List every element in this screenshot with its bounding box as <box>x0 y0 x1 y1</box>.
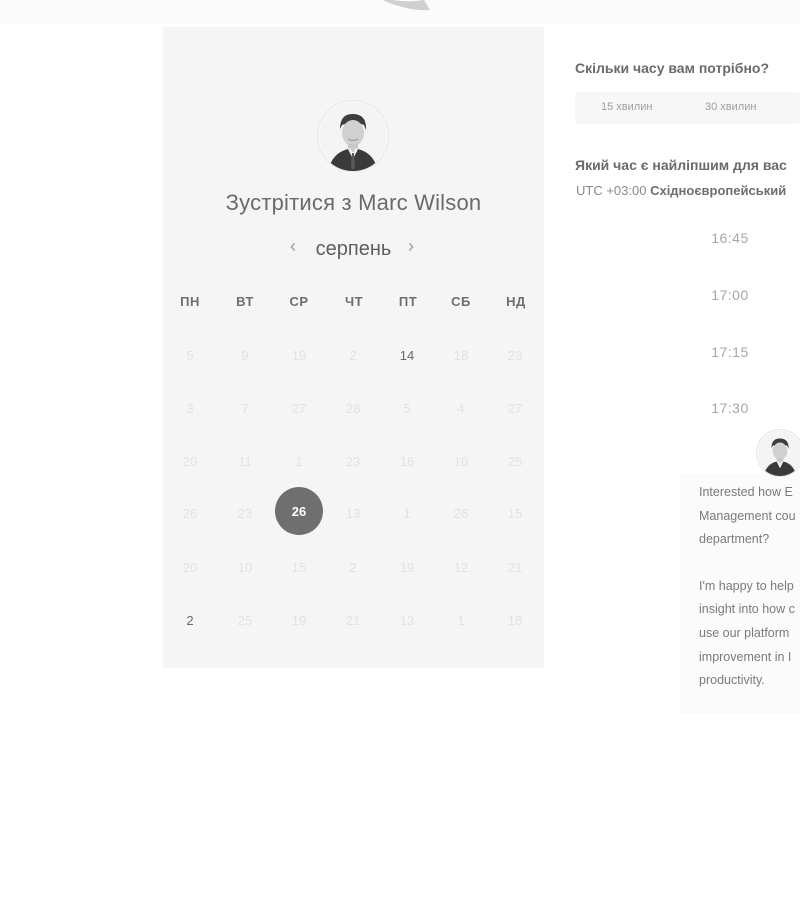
timezone-label[interactable]: UTC +03:00 Східноєвропейський <box>576 183 786 198</box>
calendar-day: 26 <box>182 505 198 521</box>
calendar-day: 1 <box>457 612 465 628</box>
calendar-day: 10 <box>453 453 469 469</box>
chat-message-line: Interested how E <box>699 485 793 499</box>
calendar-day: 20 <box>182 559 198 575</box>
calendar-day: 21 <box>345 612 361 628</box>
calendar-day: 15 <box>507 505 523 521</box>
calendar-day: 7 <box>241 400 249 416</box>
calendar-day: 23 <box>345 453 361 469</box>
calendar-day: 4 <box>457 400 465 416</box>
duration-option-30[interactable]: 30 хвилин <box>705 101 756 113</box>
duration-option-15[interactable]: 15 хвилин <box>601 101 652 113</box>
chat-message-line: productivity. <box>699 673 765 687</box>
calendar-day: 28 <box>345 400 361 416</box>
calendar-day: 20 <box>182 453 198 469</box>
calendar-day: 9 <box>241 347 249 363</box>
calendar-days-grid: 5 9 19 2 14 18 23 3 7 27 28 5 4 27 20 11 1 23 16 10 25 26 23 26… <box>163 0 544 900</box>
calendar-day: 12 <box>453 559 469 575</box>
calendar-day: 13 <box>345 505 361 521</box>
duration-selector: 15 хвилин 30 хвилин <box>575 92 800 124</box>
chat-message-line: use our platform <box>699 626 790 640</box>
calendar-day: 26 <box>453 505 469 521</box>
calendar-day: 25 <box>507 453 523 469</box>
calendar-day: 19 <box>291 612 307 628</box>
calendar-day: 10 <box>237 559 253 575</box>
calendar-day: 11 <box>238 453 252 469</box>
calendar-day: 18 <box>453 347 469 363</box>
calendar-day: 23 <box>237 505 253 521</box>
calendar-day: 2 <box>349 347 357 363</box>
calendar-day: 23 <box>507 347 523 363</box>
chat-message-line: improvement in I <box>699 650 792 664</box>
timezone-offset: UTC +03:00 <box>576 183 647 198</box>
calendar-day: 16 <box>399 453 415 469</box>
calendar-day: 5 <box>403 400 411 416</box>
chat-message-line: I'm happy to help <box>699 579 794 593</box>
calendar-day: 25 <box>237 612 253 628</box>
time-slot[interactable]: 16:45 <box>660 221 800 255</box>
calendar-day[interactable]: 2 <box>166 596 214 644</box>
chat-avatar <box>757 430 800 476</box>
chat-message-line: department? <box>699 532 770 546</box>
calendar-day: 15 <box>291 559 307 575</box>
calendar-day-selected[interactable]: 26 <box>275 487 323 535</box>
calendar-day: 27 <box>291 400 307 416</box>
calendar-day: 1 <box>295 453 303 469</box>
calendar-day: 19 <box>291 347 307 363</box>
chat-message-line: insight into how c <box>699 602 795 616</box>
chat-message-line: Management cou <box>699 509 796 523</box>
time-slot[interactable]: 17:00 <box>660 278 800 312</box>
calendar-day: 5 <box>186 347 194 363</box>
duration-question: Скільки часу вам потрібно? <box>575 60 770 76</box>
calendar-day: 2 <box>349 559 357 575</box>
calendar-day: 27 <box>507 400 523 416</box>
time-slot[interactable]: 17:30 <box>660 391 800 425</box>
calendar-day: 1 <box>403 505 411 521</box>
time-question: Який час є найліпшим для вас <box>575 157 787 173</box>
calendar-day[interactable]: 14 <box>383 331 431 379</box>
calendar-day: 3 <box>186 400 194 416</box>
calendar-day: 18 <box>507 612 523 628</box>
calendar-day: 21 <box>507 559 523 575</box>
time-slot[interactable]: 17:15 <box>660 335 800 369</box>
calendar-day: 19 <box>399 559 415 575</box>
calendar-day: 13 <box>399 612 415 628</box>
timezone-name: Східноєвропейський <box>650 183 787 198</box>
